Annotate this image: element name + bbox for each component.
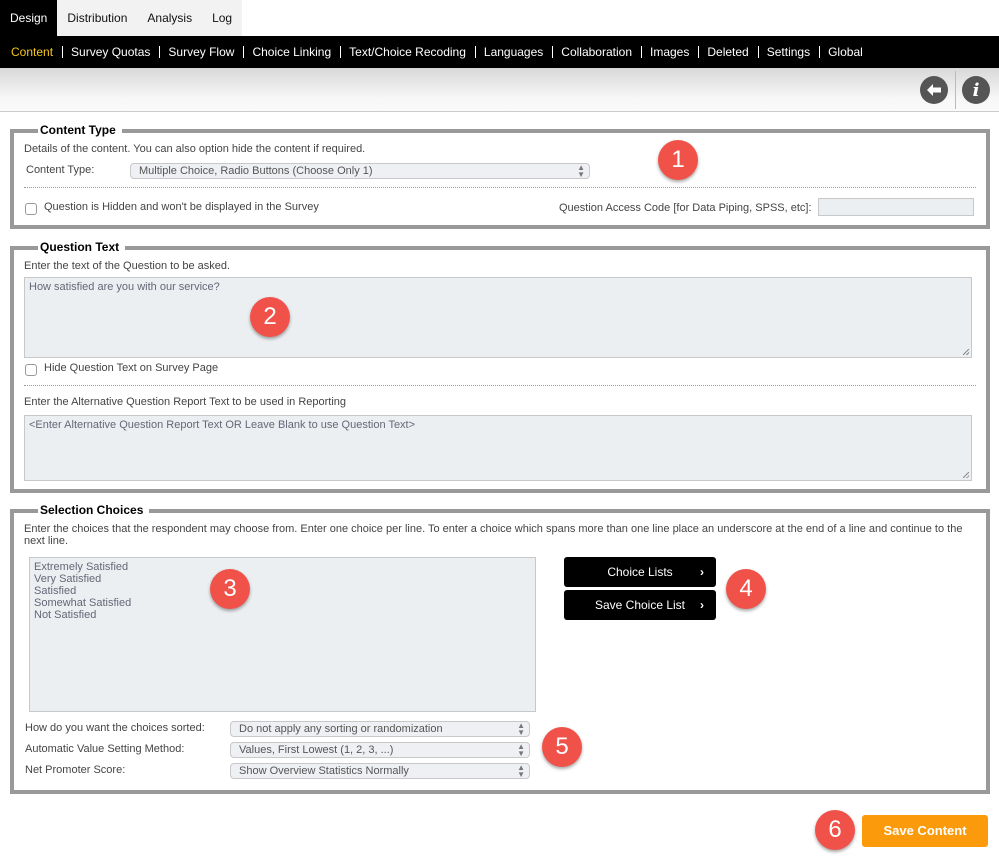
choice-lists-label: Choice Lists: [607, 565, 673, 579]
value-method-select[interactable]: Values, First Lowest (1, 2, 3, ...) ▲ ▼: [230, 742, 530, 758]
choice-lists-button[interactable]: Choice Lists ›: [564, 557, 716, 587]
question-text-input[interactable]: How satisfied are you with our service?: [24, 277, 972, 358]
content-type-section: Content Type Details of the content. You…: [10, 123, 990, 229]
choice-line: Somewhat Satisfied: [34, 597, 132, 609]
divider: [24, 187, 976, 188]
subnav-survey-flow[interactable]: Survey Flow: [159, 36, 243, 68]
sub-navigation: Content Survey Quotas Survey Flow Choice…: [0, 36, 999, 68]
divider: [24, 385, 976, 386]
content-type-description: Details of the content. You can also opt…: [24, 143, 366, 155]
subnav-content[interactable]: Content: [2, 36, 62, 68]
choice-line: Very Satisfied: [34, 573, 102, 585]
subnav-deleted[interactable]: Deleted: [698, 36, 757, 68]
select-arrows-icon: ▲ ▼: [577, 163, 585, 179]
sort-select-value: Do not apply any sorting or randomizatio…: [239, 723, 443, 735]
select-arrows-icon: ▲ ▼: [517, 742, 525, 758]
selection-choices-section: Selection Choices Enter the choices that…: [10, 503, 990, 794]
selection-choices-legend: Selection Choices: [13, 503, 150, 517]
toolbar: i: [0, 68, 999, 112]
step-badge-4: 4: [726, 569, 766, 609]
tab-analysis[interactable]: Analysis: [137, 0, 202, 36]
nps-label: Net Promoter Score:: [25, 764, 126, 776]
subnav-languages[interactable]: Languages: [474, 36, 552, 68]
chevron-right-icon: ›: [700, 565, 704, 579]
question-text-value: How satisfied are you with our service?: [29, 281, 220, 293]
content-type-legend: Content Type: [14, 123, 122, 137]
alt-report-text-placeholder: <Enter Alternative Question Report Text …: [29, 419, 416, 431]
resize-handle-icon[interactable]: [963, 472, 969, 478]
choices-input[interactable]: Extremely Satisfied Very Satisfied Satis…: [29, 557, 536, 712]
tab-log[interactable]: Log: [202, 0, 242, 36]
question-text-legend: Question Text: [13, 240, 126, 254]
step-badge-2: 2: [250, 297, 290, 337]
tab-distribution[interactable]: Distribution: [57, 0, 137, 36]
choice-line: Satisfied: [34, 585, 77, 597]
sort-label: How do you want the choices sorted:: [25, 722, 205, 734]
access-code-label: Question Access Code [for Data Piping, S…: [559, 202, 812, 214]
chevron-right-icon: ›: [700, 598, 704, 612]
save-choice-list-label: Save Choice List: [594, 598, 686, 612]
question-text-section: Question Text Enter the text of the Ques…: [10, 240, 990, 493]
step-badge-5: 5: [542, 727, 582, 767]
value-method-label: Automatic Value Setting Method:: [25, 743, 185, 755]
subnav-global[interactable]: Global: [819, 36, 872, 68]
select-arrows-icon: ▲ ▼: [517, 763, 525, 779]
subnav-images[interactable]: Images: [641, 36, 698, 68]
alt-report-text-description: Enter the Alternative Question Report Te…: [24, 396, 347, 408]
question-hidden-checkbox[interactable]: [25, 203, 37, 215]
nps-select-value: Show Overview Statistics Normally: [239, 765, 409, 777]
subnav-settings[interactable]: Settings: [757, 36, 819, 68]
value-method-select-value: Values, First Lowest (1, 2, 3, ...): [239, 744, 394, 756]
top-tabs-strip: Distribution Analysis Log: [57, 0, 243, 36]
subnav-collaboration[interactable]: Collaboration: [552, 36, 641, 68]
choice-line: Extremely Satisfied: [34, 561, 129, 573]
step-badge-6: 6: [815, 810, 855, 850]
access-code-input[interactable]: [818, 198, 974, 216]
info-circle-icon: i: [972, 79, 980, 101]
choice-line: Not Satisfied: [34, 609, 97, 621]
save-choice-list-button[interactable]: Save Choice List ›: [564, 590, 716, 620]
alt-report-text-input[interactable]: <Enter Alternative Question Report Text …: [24, 415, 972, 481]
content-type-label: Content Type:: [26, 164, 95, 176]
top-tabs: Design Distribution Analysis Log: [0, 0, 999, 36]
step-badge-1: 1: [658, 140, 698, 180]
content-type-select[interactable]: Multiple Choice, Radio Buttons (Choose O…: [130, 163, 590, 179]
hide-question-text-label: Hide Question Text on Survey Page: [44, 362, 219, 374]
info-button[interactable]: i: [962, 76, 990, 104]
toolbar-divider: [955, 71, 956, 109]
tab-design[interactable]: Design: [0, 0, 58, 36]
subnav-survey-quotas[interactable]: Survey Quotas: [62, 36, 159, 68]
question-text-description: Enter the text of the Question to be ask…: [24, 260, 231, 272]
sort-select[interactable]: Do not apply any sorting or randomizatio…: [230, 721, 530, 737]
resize-handle-icon[interactable]: [963, 349, 969, 355]
step-badge-3: 3: [210, 569, 250, 609]
arrow-left-circle-icon: [927, 84, 941, 96]
back-button[interactable]: [920, 76, 948, 104]
save-content-button[interactable]: Save Content: [862, 815, 988, 847]
select-arrows-icon: ▲ ▼: [517, 721, 525, 737]
content-type-select-value: Multiple Choice, Radio Buttons (Choose O…: [139, 165, 373, 177]
question-hidden-label: Question is Hidden and won't be displaye…: [44, 201, 319, 213]
subnav-choice-linking[interactable]: Choice Linking: [243, 36, 340, 68]
nps-select[interactable]: Show Overview Statistics Normally ▲ ▼: [230, 763, 530, 779]
hide-question-text-checkbox[interactable]: [25, 364, 37, 376]
selection-choices-description: Enter the choices that the respondent ma…: [24, 523, 963, 547]
subnav-text-choice-recoding[interactable]: Text/Choice Recoding: [340, 36, 475, 68]
